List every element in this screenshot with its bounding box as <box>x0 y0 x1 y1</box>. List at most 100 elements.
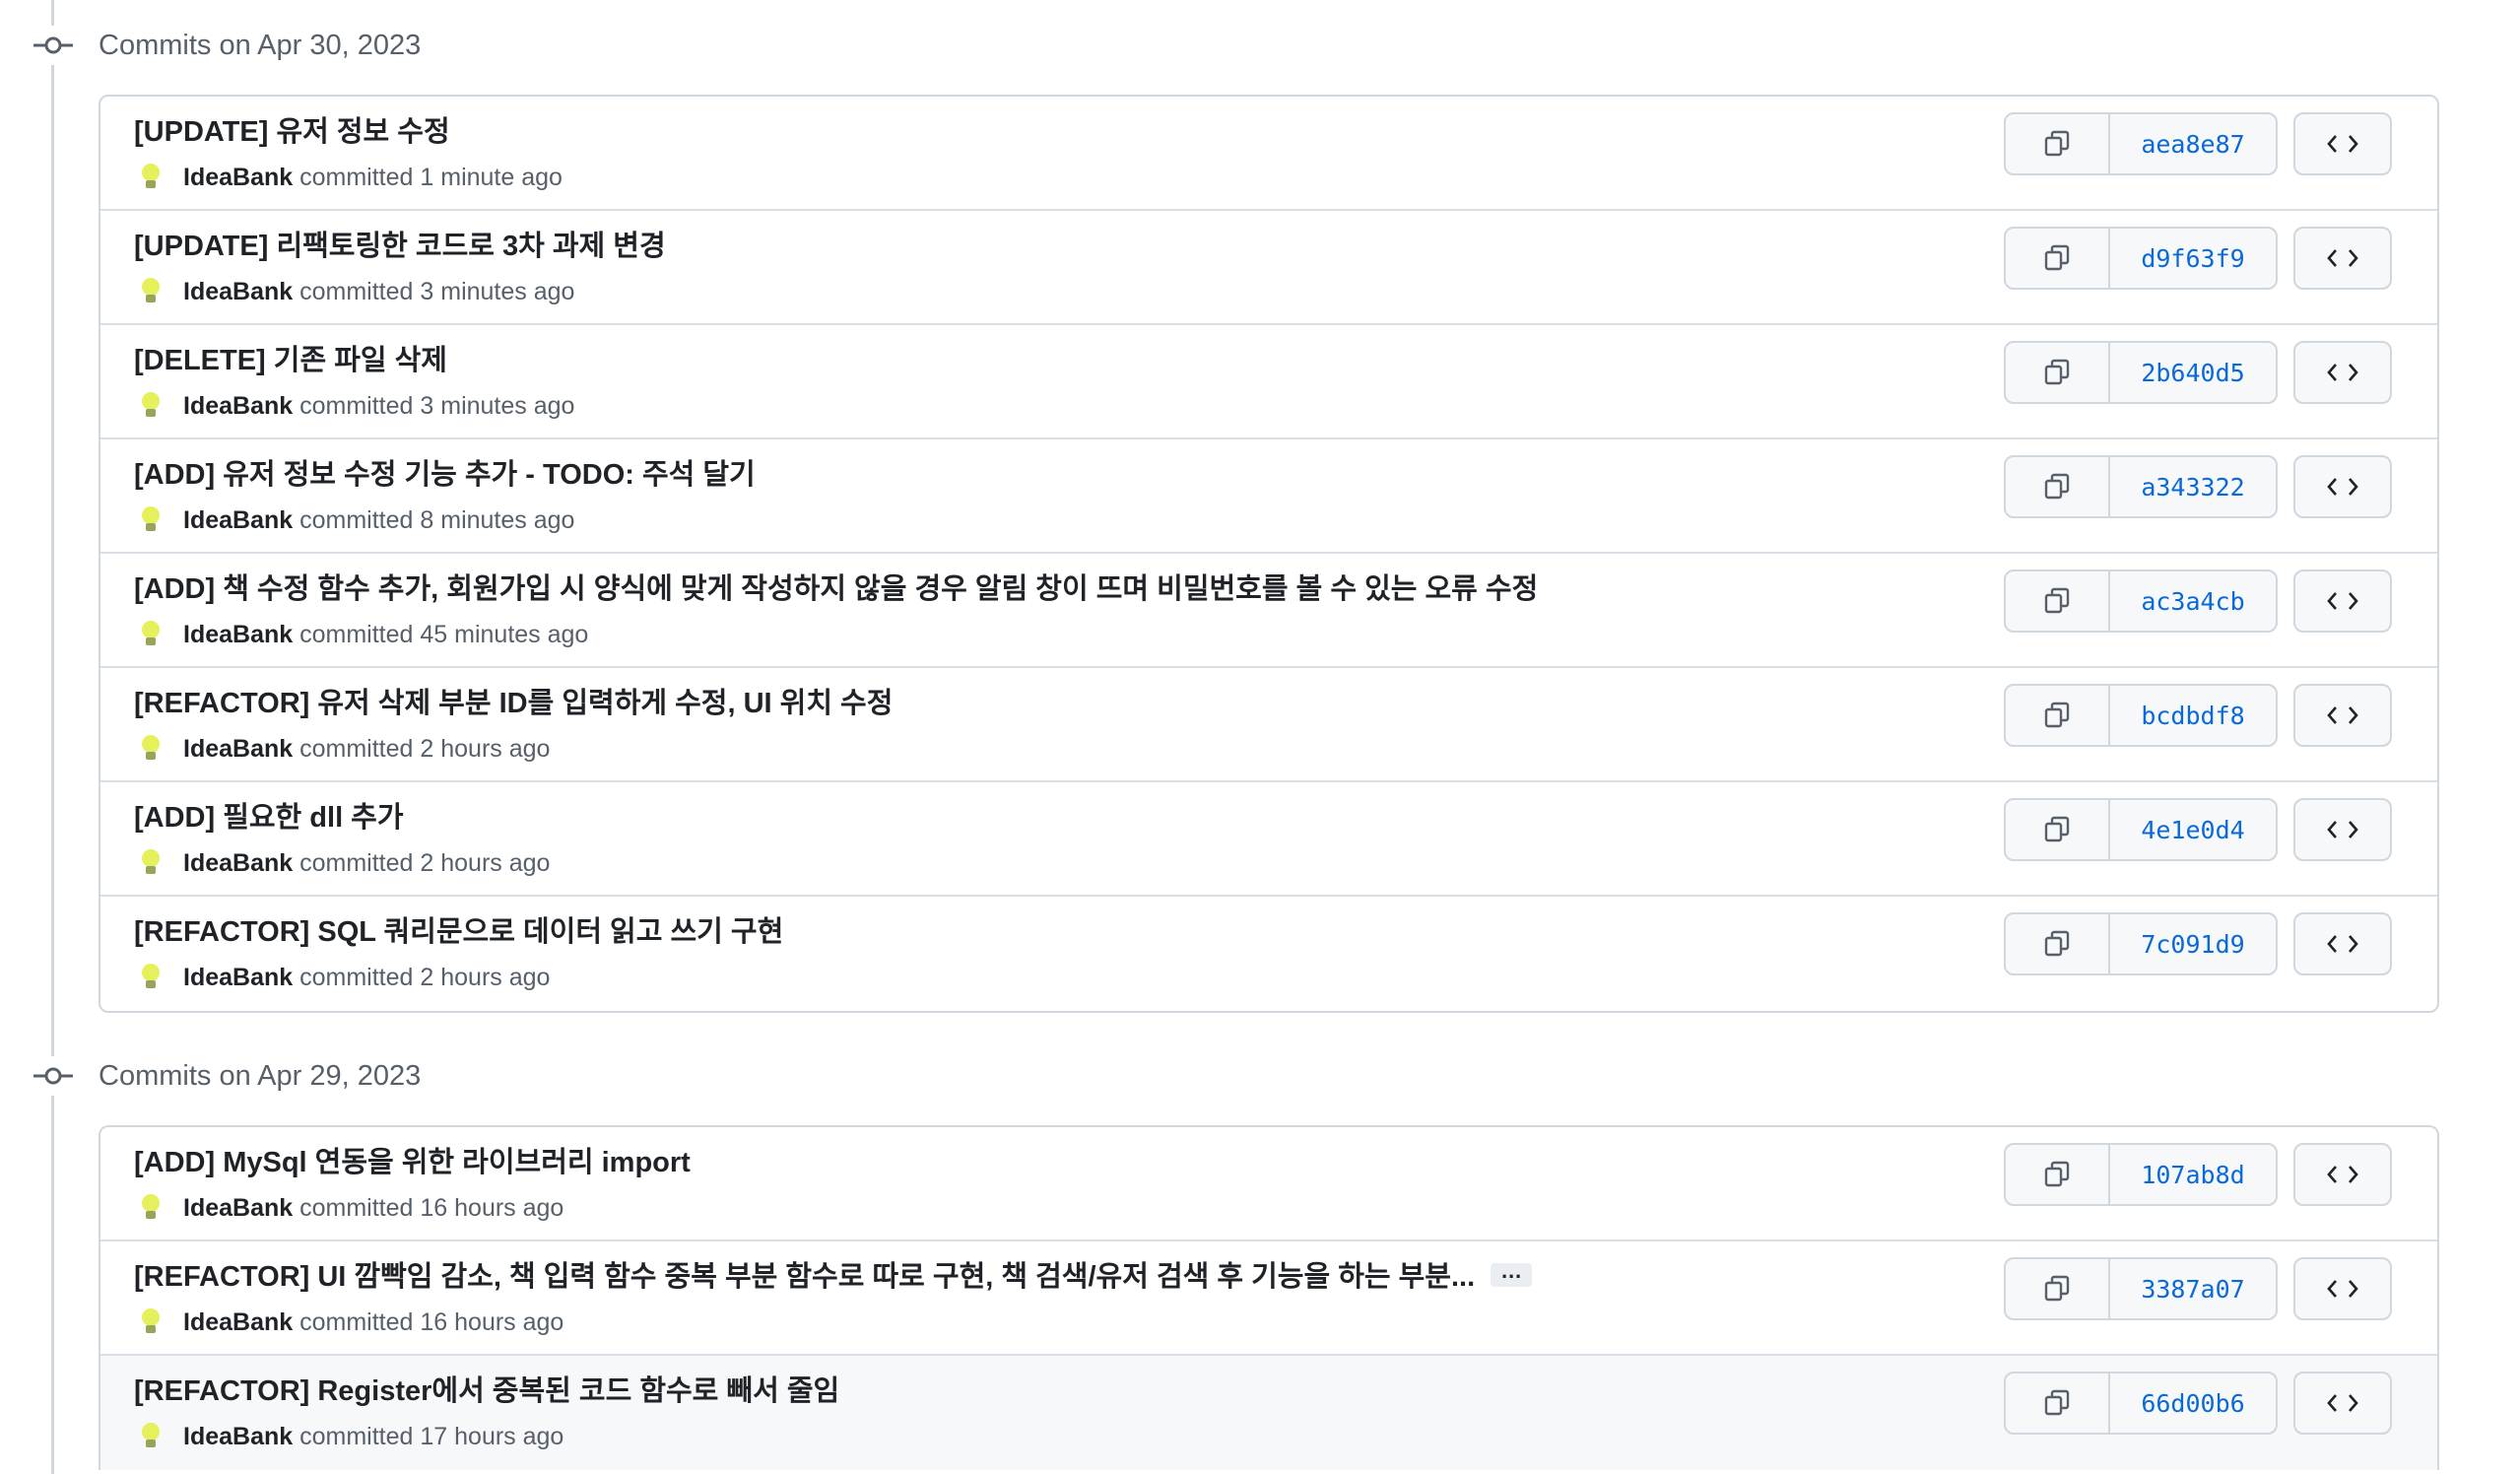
avatar[interactable] <box>134 960 167 993</box>
browse-repo-button[interactable] <box>2293 1257 2392 1320</box>
commit-group-title: Commits on Apr 29, 2023 <box>99 1060 422 1092</box>
copy-icon <box>2044 930 2070 957</box>
browse-repo-button[interactable] <box>2293 1143 2392 1206</box>
git-commit-icon <box>33 1056 73 1096</box>
avatar[interactable] <box>134 1419 167 1452</box>
avatar[interactable] <box>134 731 167 765</box>
commit-message-link[interactable]: [REFACTOR] UI 깜빡임 감소, 책 입력 함수 중복 부분 함수로 … <box>134 1257 1533 1297</box>
commit-message-text[interactable]: [REFACTOR] UI 깜빡임 감소, 책 입력 함수 중복 부분 함수로 … <box>134 1261 1475 1293</box>
commit-sha-link[interactable]: 107ab8d <box>2110 1145 2276 1204</box>
committed-label: committed <box>299 1194 414 1222</box>
relative-time: 3 minutes ago <box>420 278 575 305</box>
commit-sha-link[interactable]: bcdbdf8 <box>2110 686 2276 745</box>
timeline-line <box>51 0 54 1474</box>
author-link[interactable]: IdeaBank <box>183 506 293 534</box>
browse-repo-button[interactable] <box>2293 798 2392 861</box>
copy-sha-button[interactable] <box>2006 800 2110 859</box>
avatar[interactable] <box>134 502 167 536</box>
copy-sha-button[interactable] <box>2006 686 2110 745</box>
copy-sha-button[interactable] <box>2006 229 2110 288</box>
commit-meta: IdeaBank committed 16 hours ago <box>134 1188 564 1228</box>
copy-sha-button[interactable] <box>2006 457 2110 516</box>
committed-label: committed <box>299 849 414 877</box>
commit-message-link[interactable]: [ADD] 필요한 dll 추가 <box>134 798 404 838</box>
avatar[interactable] <box>134 617 167 650</box>
committed-label: committed <box>299 1423 414 1450</box>
commit-message-link[interactable]: [REFACTOR] SQL 쿼리문으로 데이터 읽고 쓰기 구현 <box>134 912 783 952</box>
author-link[interactable]: IdeaBank <box>183 164 293 191</box>
commit-message-link[interactable]: [ADD] 유저 정보 수정 기능 추가 - TODO: 주석 달기 <box>134 455 756 495</box>
author-link[interactable]: IdeaBank <box>183 735 293 763</box>
copy-icon <box>2044 1275 2070 1302</box>
commit-sha-link[interactable]: 2b640d5 <box>2110 343 2276 402</box>
browse-repo-button[interactable] <box>2293 1372 2392 1435</box>
relative-time: 16 hours ago <box>420 1194 564 1222</box>
avatar[interactable] <box>134 274 167 307</box>
copy-icon <box>2044 1389 2070 1416</box>
commit-row: [ADD] MySql 연동을 위한 라이브러리 import IdeaBank… <box>100 1127 2437 1241</box>
commit-sha-link[interactable]: 7c091d9 <box>2110 914 2276 973</box>
commit-message-link[interactable]: [ADD] 책 수정 함수 추가, 회원가입 시 양식에 맞게 작성하지 않을 … <box>134 570 1538 609</box>
commit-meta: IdeaBank committed 2 hours ago <box>134 729 550 769</box>
author-link[interactable]: IdeaBank <box>183 849 293 877</box>
sha-button-group: 66d00b6 <box>2004 1372 2278 1435</box>
commit-row: [UPDATE] 리팩토링한 코드로 3차 과제 변경 IdeaBank com… <box>100 211 2437 325</box>
sha-button-group: 107ab8d <box>2004 1143 2278 1206</box>
commit-sha-link[interactable]: 3387a07 <box>2110 1259 2276 1318</box>
copy-sha-button[interactable] <box>2006 114 2110 173</box>
commit-message-link[interactable]: [DELETE] 기존 파일 삭제 <box>134 341 447 380</box>
copy-sha-button[interactable] <box>2006 914 2110 973</box>
author-link[interactable]: IdeaBank <box>183 621 293 648</box>
committed-label: committed <box>299 164 414 191</box>
commit-list: [ADD] MySql 연동을 위한 라이브러리 import IdeaBank… <box>99 1125 2439 1470</box>
relative-time: 1 minute ago <box>420 164 563 191</box>
commit-message-link[interactable]: [UPDATE] 리팩토링한 코드로 3차 과제 변경 <box>134 227 666 266</box>
commit-meta: IdeaBank committed 3 minutes ago <box>134 272 574 311</box>
author-link[interactable]: IdeaBank <box>183 1423 293 1450</box>
author-link[interactable]: IdeaBank <box>183 392 293 420</box>
browse-repo-button[interactable] <box>2293 455 2392 518</box>
avatar[interactable] <box>134 845 167 879</box>
avatar[interactable] <box>134 1190 167 1224</box>
relative-time: 8 minutes ago <box>420 506 575 534</box>
browse-repo-button[interactable] <box>2293 341 2392 404</box>
browse-repo-button[interactable] <box>2293 912 2392 975</box>
copy-sha-button[interactable] <box>2006 571 2110 631</box>
commit-meta: IdeaBank committed 8 minutes ago <box>134 501 574 540</box>
expand-message-button[interactable]: … <box>1491 1260 1533 1288</box>
avatar[interactable] <box>134 160 167 193</box>
copy-sha-button[interactable] <box>2006 1145 2110 1204</box>
commit-sha-link[interactable]: d9f63f9 <box>2110 229 2276 288</box>
commit-sha-link[interactable]: 4e1e0d4 <box>2110 800 2276 859</box>
commit-meta: IdeaBank committed 16 hours ago <box>134 1303 564 1342</box>
avatar[interactable] <box>134 1305 167 1338</box>
commit-meta: IdeaBank committed 2 hours ago <box>134 958 550 997</box>
commit-sha-link[interactable]: aea8e87 <box>2110 114 2276 173</box>
commit-sha-link[interactable]: 66d00b6 <box>2110 1374 2276 1433</box>
relative-time: 45 minutes ago <box>420 621 589 648</box>
commit-sha-link[interactable]: a343322 <box>2110 457 2276 516</box>
author-link[interactable]: IdeaBank <box>183 278 293 305</box>
commit-row: [ADD] 책 수정 함수 추가, 회원가입 시 양식에 맞게 작성하지 않을 … <box>100 554 2437 668</box>
author-link[interactable]: IdeaBank <box>183 1308 293 1336</box>
copy-sha-button[interactable] <box>2006 1259 2110 1318</box>
browse-repo-button[interactable] <box>2293 570 2392 633</box>
browse-repo-button[interactable] <box>2293 684 2392 747</box>
commit-sha-link[interactable]: ac3a4cb <box>2110 571 2276 631</box>
commit-message-link[interactable]: [REFACTOR] Register에서 중복된 코드 함수로 빼서 줄임 <box>134 1372 839 1411</box>
commit-message-link[interactable]: [UPDATE] 유저 정보 수정 <box>134 112 450 152</box>
commit-message-link[interactable]: [ADD] MySql 연동을 위한 라이브러리 import <box>134 1143 691 1182</box>
author-link[interactable]: IdeaBank <box>183 1194 293 1222</box>
committed-label: committed <box>299 278 414 305</box>
copy-sha-button[interactable] <box>2006 1374 2110 1433</box>
commit-meta: IdeaBank committed 2 hours ago <box>134 843 550 883</box>
sha-button-group: ac3a4cb <box>2004 570 2278 633</box>
browse-repo-button[interactable] <box>2293 227 2392 290</box>
commit-group-header: Commits on Apr 29, 2023 <box>0 1031 2520 1117</box>
browse-repo-button[interactable] <box>2293 112 2392 175</box>
author-link[interactable]: IdeaBank <box>183 964 293 991</box>
commit-meta: IdeaBank committed 45 minutes ago <box>134 615 588 654</box>
commit-message-link[interactable]: [REFACTOR] 유저 삭제 부분 ID를 입력하게 수정, UI 위치 수… <box>134 684 893 723</box>
avatar[interactable] <box>134 388 167 422</box>
copy-sha-button[interactable] <box>2006 343 2110 402</box>
